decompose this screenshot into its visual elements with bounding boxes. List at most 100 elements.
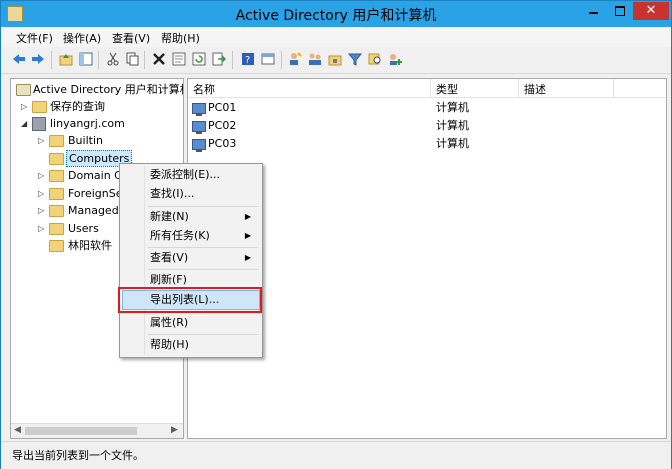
- context-menu: 委派控制(E)... 查找(I)... 新建(N) ▶ 所有任务(K) ▶ 查看(V…: [119, 163, 263, 358]
- console-icon[interactable]: [261, 52, 275, 66]
- folder-icon: [49, 188, 64, 200]
- tree-label: linyangrj.com: [50, 117, 125, 130]
- expand-arrow-icon[interactable]: ▷: [38, 185, 46, 202]
- domain-icon: [32, 117, 46, 131]
- folder-icon: [32, 101, 47, 113]
- menu-bar: 文件(F) 操作(A) 查看(V) 帮助(H): [1, 27, 671, 47]
- tree-label: 林阳软件: [68, 239, 112, 252]
- menu-item-view[interactable]: 查看(V) ▶: [122, 249, 258, 267]
- menu-item-label: 委派控制(E)...: [150, 168, 221, 181]
- back-icon[interactable]: [12, 52, 26, 66]
- status-text: 导出当前列表到一个文件。: [12, 449, 144, 462]
- item-type: 计算机: [436, 119, 469, 132]
- cut-icon[interactable]: [106, 52, 120, 66]
- column-divider[interactable]: [518, 79, 519, 97]
- folder-icon: [49, 223, 64, 235]
- menu-item-find[interactable]: 查找(I)...: [122, 185, 258, 203]
- show-hide-tree-icon[interactable]: [79, 52, 93, 66]
- maximize-button[interactable]: [607, 2, 633, 20]
- column-description[interactable]: 描述: [524, 81, 546, 97]
- submenu-arrow-icon: ▶: [244, 253, 251, 262]
- list-item[interactable]: PC01 计算机: [188, 99, 666, 117]
- horizontal-scrollbar[interactable]: ◀ ▶: [11, 423, 183, 438]
- list-item[interactable]: PC02 计算机: [188, 117, 666, 135]
- menu-item-properties[interactable]: 属性(R): [122, 314, 258, 332]
- toolbar-separator: [232, 51, 233, 69]
- item-type: 计算机: [436, 101, 469, 114]
- menu-separator: [148, 206, 258, 207]
- ou-folder-icon: [49, 240, 64, 252]
- scrollbar-thumb[interactable]: [25, 427, 137, 435]
- menu-item-label: 属性(R): [150, 316, 189, 329]
- expand-arrow-icon[interactable]: ▷: [21, 98, 29, 115]
- copy-icon[interactable]: [125, 52, 139, 66]
- folder-icon: [49, 205, 64, 217]
- title-bar[interactable]: Active Directory 用户和计算机 ✕: [1, 1, 671, 27]
- tree-label: Builtin: [68, 134, 103, 147]
- add-to-group-icon[interactable]: [388, 52, 402, 66]
- new-ou-icon[interactable]: [328, 52, 342, 66]
- collapse-arrow-icon[interactable]: ◢: [21, 115, 29, 132]
- minimize-icon: [589, 12, 598, 14]
- properties-icon[interactable]: [172, 52, 186, 66]
- item-name: PC01: [208, 101, 237, 114]
- menu-item-label: 查看(V): [150, 251, 189, 264]
- menu-item-all-tasks[interactable]: 所有任务(K) ▶: [122, 227, 258, 245]
- submenu-arrow-icon: ▶: [244, 231, 251, 240]
- maximize-icon: [615, 6, 625, 16]
- filter-icon[interactable]: [348, 52, 362, 66]
- item-name: PC03: [208, 137, 237, 150]
- toolbar-separator: [98, 51, 99, 69]
- scroll-right-icon[interactable]: ▶: [171, 425, 178, 435]
- item-type: 计算机: [436, 137, 469, 150]
- menu-separator: [148, 247, 258, 248]
- menu-file[interactable]: 文件(F): [16, 30, 53, 46]
- up-folder-icon[interactable]: [59, 52, 73, 66]
- console-root-icon: [16, 84, 31, 96]
- toolbar-separator: [281, 51, 282, 69]
- column-type[interactable]: 类型: [436, 81, 458, 97]
- column-divider[interactable]: [613, 79, 614, 97]
- find-icon[interactable]: [368, 52, 382, 66]
- refresh-icon[interactable]: [192, 52, 206, 66]
- svg-text:?: ?: [245, 55, 250, 66]
- menu-separator: [148, 334, 258, 335]
- expand-arrow-icon[interactable]: ▷: [38, 220, 46, 237]
- menu-item-label: 新建(N): [150, 210, 189, 223]
- export-icon[interactable]: [212, 52, 226, 66]
- close-button[interactable]: ✕: [633, 2, 669, 20]
- menu-help[interactable]: 帮助(H): [161, 30, 200, 46]
- menu-separator: [148, 269, 258, 270]
- expand-arrow-icon[interactable]: ▷: [38, 202, 46, 219]
- scroll-left-icon[interactable]: ◀: [14, 425, 21, 435]
- ou-folder-icon: [49, 170, 64, 182]
- column-divider[interactable]: [430, 79, 431, 97]
- highlight-annotation-box: [118, 287, 262, 313]
- computer-icon: [192, 139, 206, 152]
- expand-arrow-icon[interactable]: ▷: [38, 167, 46, 184]
- tree-label: Users: [68, 222, 99, 235]
- menu-item-new[interactable]: 新建(N) ▶: [122, 208, 258, 226]
- folder-icon: [49, 153, 64, 165]
- close-icon: ✕: [645, 3, 657, 18]
- window-title: Active Directory 用户和计算机: [235, 8, 437, 24]
- column-name[interactable]: 名称: [193, 81, 215, 97]
- menu-item-label: 帮助(H): [150, 338, 189, 351]
- menu-action[interactable]: 操作(A): [63, 30, 101, 46]
- delete-icon[interactable]: [152, 52, 166, 66]
- forward-icon[interactable]: [31, 52, 45, 66]
- tree-label: 保存的查询: [50, 100, 105, 113]
- new-group-icon[interactable]: [308, 52, 322, 66]
- minimize-button[interactable]: [579, 2, 607, 20]
- menu-view[interactable]: 查看(V): [112, 30, 150, 46]
- help-icon[interactable]: ?: [241, 52, 255, 66]
- expand-arrow-icon[interactable]: ▷: [38, 132, 46, 149]
- computer-icon: [192, 103, 206, 116]
- folder-icon: [49, 135, 64, 147]
- menu-item-delegate-control[interactable]: 委派控制(E)...: [122, 166, 258, 184]
- computer-icon: [192, 121, 206, 134]
- menu-item-help[interactable]: 帮助(H): [122, 336, 258, 354]
- new-user-icon[interactable]: [288, 52, 302, 66]
- status-bar: 导出当前列表到一个文件。: [1, 441, 671, 469]
- list-item[interactable]: PC03 计算机: [188, 135, 666, 153]
